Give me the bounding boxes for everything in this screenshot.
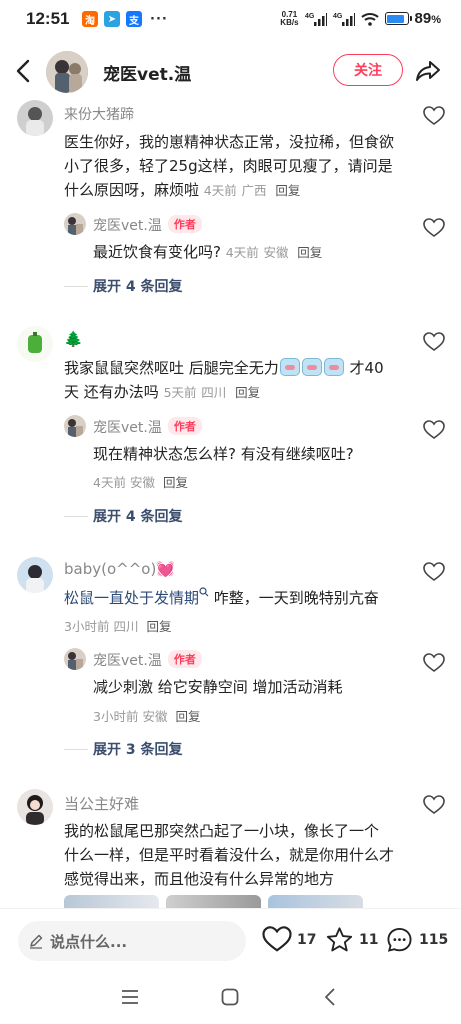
comment-photo[interactable] [268, 895, 363, 908]
reply-link[interactable]: 回复 [235, 385, 260, 400]
commenter-avatar[interactable] [17, 100, 53, 136]
star-icon [326, 927, 353, 952]
reply-link[interactable]: 回复 [297, 245, 322, 260]
status-time: 12:51 [26, 9, 70, 28]
pencil-icon [30, 934, 43, 949]
like-heart-icon[interactable] [423, 218, 445, 238]
like-count: 17 [297, 931, 317, 948]
telegram-icon: ➤ [104, 11, 120, 27]
emoji-icon [279, 358, 300, 376]
reply-link[interactable]: 回复 [163, 475, 188, 490]
reply-author-name[interactable]: 宠医vet.温 作者 [93, 215, 202, 235]
comment-text: 松鼠一直处于发情期 咋整，一天到晚特别亢奋 [64, 587, 379, 607]
commenter-avatar[interactable] [17, 789, 53, 825]
like-heart-icon[interactable] [423, 106, 445, 126]
emoji-icon [301, 358, 322, 376]
menu-icon[interactable] [119, 986, 141, 1008]
emoji-icon [323, 358, 344, 376]
bottom-action-bar: 说点什么... 17 11 115 [0, 908, 461, 970]
reply-text: 现在精神状态怎么样? 有没有继续呕吐? [93, 445, 354, 463]
wifi-icon [360, 12, 379, 26]
reply-link[interactable]: 回复 [275, 183, 300, 198]
reply-meta: 4天前 安徽 回复 [93, 475, 188, 490]
author-name[interactable]: 宠医vet.温 [103, 60, 191, 85]
status-bar: 12:51 淘 ➤ 支 ··· 0.71 KB/s 4G 4G 89% [0, 0, 461, 40]
alipay-icon: 支 [126, 11, 142, 27]
follow-button[interactable]: 关注 [333, 54, 403, 86]
comment-list[interactable]: 来份大猪蹄 医生你好，我的崽精神状态正常，没拉稀，但食欲 小了很多，轻了25g这… [0, 100, 461, 908]
reply-avatar[interactable] [64, 213, 86, 235]
reply-text: 最近饮食有变化吗? 4天前 安徽 回复 [93, 243, 323, 261]
commenter-name[interactable]: 当公主好难 [64, 793, 139, 814]
commenter-name[interactable]: baby(o^^o)💓 [64, 560, 175, 578]
comment-stat[interactable]: 115 [385, 926, 448, 954]
reply-author-name[interactable]: 宠医vet.温 作者 [93, 417, 202, 437]
commenter-name[interactable]: 来份大猪蹄 [64, 104, 134, 124]
author-avatar[interactable] [46, 51, 88, 93]
expand-replies[interactable]: 展开 4 条回复 [64, 506, 183, 526]
like-stat[interactable]: 17 [262, 926, 316, 953]
author-tag: 作者 [167, 215, 202, 233]
comment-input[interactable]: 说点什么... [18, 921, 246, 961]
comment-photo[interactable] [64, 895, 159, 908]
keyword-link[interactable]: 松鼠一直处于发情期 [64, 589, 199, 607]
share-icon[interactable] [414, 57, 442, 85]
svg-text:4G: 4G [333, 13, 343, 20]
svg-text:4G: 4G [305, 13, 315, 20]
comment-meta: 3小时前 四川 回复 [64, 619, 172, 634]
star-stat[interactable]: 11 [325, 926, 378, 954]
comment-text: 我的松鼠尾巴那突然凸起了一小块，像长了一个 什么一样，但是平时看着没什么，就是你… [64, 822, 395, 888]
like-heart-icon[interactable] [423, 332, 445, 352]
commenter-name[interactable]: 🌲 [64, 330, 83, 348]
more-dots-icon: ··· [150, 11, 168, 27]
net-speed: 0.71 KB/s [280, 9, 299, 27]
reply-meta: 3小时前 安徽 回复 [93, 709, 201, 724]
comment-photo[interactable] [166, 895, 261, 908]
search-icon[interactable] [199, 587, 209, 597]
comment-count: 115 [419, 932, 449, 948]
like-heart-icon[interactable] [423, 562, 445, 582]
star-count: 11 [359, 932, 379, 948]
expand-replies[interactable]: 展开 3 条回复 [64, 739, 183, 759]
comment-bubble-icon [387, 927, 412, 952]
like-heart-icon[interactable] [423, 795, 445, 815]
like-heart-icon[interactable] [423, 653, 445, 673]
comment-text: 医生你好，我的崽精神状态正常，没拉稀，但食欲 小了很多，轻了25g这样，肉眼可见… [64, 133, 395, 199]
back-icon[interactable] [320, 986, 342, 1008]
comment-text: 我家鼠鼠突然呕吐 后腿完全无力 才40 天 还有办法吗 5天前 四川 回复 [64, 358, 384, 401]
battery-icon [384, 12, 412, 25]
commenter-avatar[interactable] [17, 326, 53, 362]
reply-author-name[interactable]: 宠医vet.温 作者 [93, 650, 202, 670]
status-indicators: 0.71 KB/s 4G 4G 89% [280, 10, 441, 27]
status-app-icons: 淘 ➤ 支 ··· [82, 11, 168, 27]
commenter-avatar[interactable] [17, 557, 53, 593]
home-icon[interactable] [219, 986, 241, 1008]
author-tag: 作者 [167, 417, 202, 435]
reply-avatar[interactable] [64, 648, 86, 670]
header: 宠医vet.温 关注 [0, 44, 461, 100]
reply-link[interactable]: 回复 [146, 619, 171, 634]
system-nav-bar [0, 970, 461, 1024]
like-heart-icon[interactable] [423, 420, 445, 440]
back-arrow-icon[interactable] [12, 58, 36, 84]
expand-replies[interactable]: 展开 4 条回复 [64, 276, 183, 296]
reply-link[interactable]: 回复 [175, 709, 200, 724]
heart-icon [262, 926, 292, 952]
signal-2-icon: 4G [333, 12, 355, 26]
signal-icon: 4G [305, 12, 327, 26]
author-tag: 作者 [167, 650, 202, 668]
reply-avatar[interactable] [64, 415, 86, 437]
reply-text: 减少刺激 给它安静空间 增加活动消耗 [93, 678, 343, 696]
taobao-icon: 淘 [82, 11, 98, 27]
battery-percent: 89% [414, 10, 441, 27]
